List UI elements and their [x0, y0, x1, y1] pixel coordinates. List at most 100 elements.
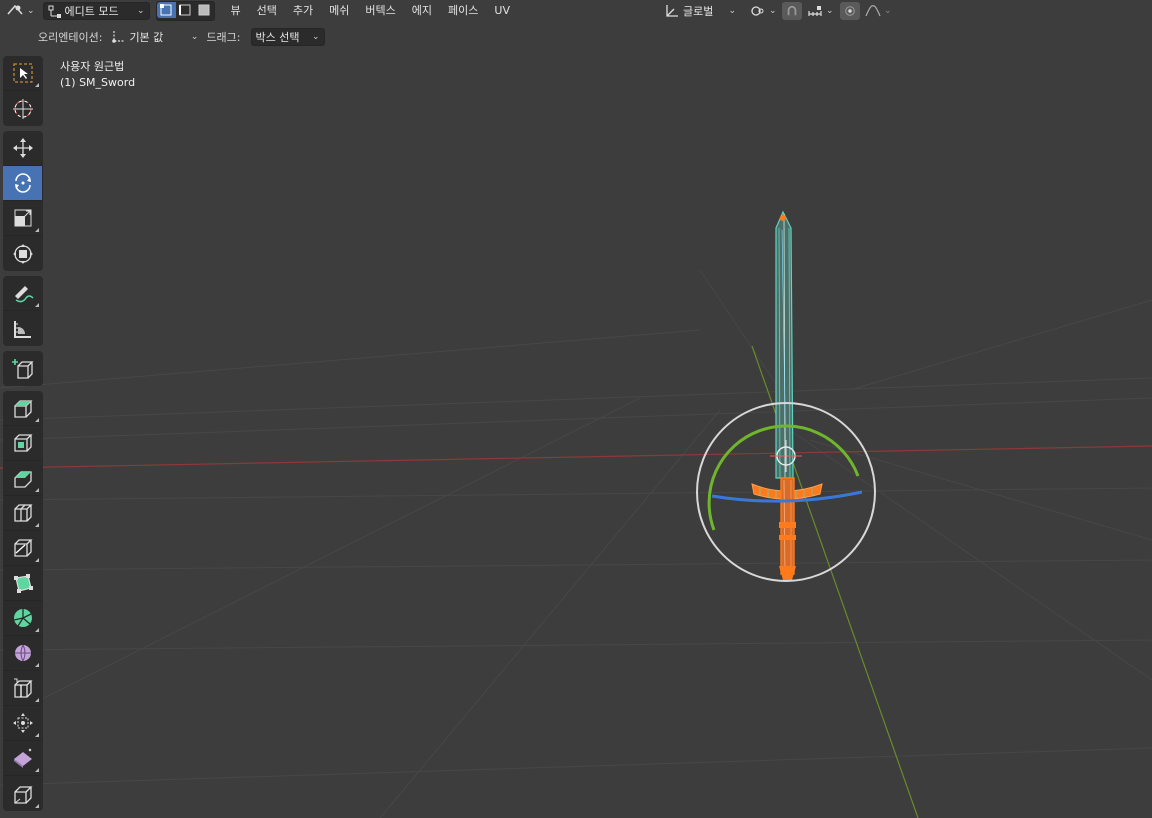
menu-bar: 뷰 선택 추가 메쉬 버텍스 에지 페이스 UV [223, 2, 518, 20]
cursor-tool[interactable] [3, 91, 42, 126]
add-cube-icon [11, 358, 34, 379]
edge-select-icon [179, 4, 191, 16]
shear-tool[interactable] [3, 741, 42, 776]
falloff-dropdown[interactable]: ⌄ [861, 2, 896, 20]
vertex-select-icon [160, 4, 172, 16]
edge-slide-tool[interactable] [3, 671, 42, 706]
viewport-header: ⌄ 에디트 모드 ⌄ 뷰 선택 추가 메쉬 버텍스 에지 페이스 UV 글로벌 … [0, 0, 1152, 22]
mode-label: 에디트 모드 [64, 5, 119, 18]
magnet-icon [787, 5, 797, 16]
shrink-fatten-tool[interactable] [3, 706, 42, 741]
drag-value: 박스 선택 [255, 31, 300, 44]
menu-mesh[interactable]: 메쉬 [321, 2, 357, 20]
face-select-button[interactable] [195, 2, 214, 18]
object-name: (1) SM_Sword [60, 76, 136, 89]
inset-tool[interactable] [3, 426, 42, 461]
select-box-tool[interactable] [3, 56, 42, 91]
spin-icon [13, 609, 32, 627]
menu-face[interactable]: 페이스 [440, 2, 486, 20]
chevron-down-icon: ⌄ [884, 6, 892, 16]
sword-mesh[interactable] [0, 0, 1152, 818]
extrude-tool[interactable] [3, 391, 42, 426]
smooth-icon [14, 644, 31, 662]
loop-cut-icon [13, 504, 33, 522]
pencil-icon [14, 286, 34, 303]
edge-select-button[interactable] [176, 2, 195, 18]
cursor-icon [12, 98, 33, 119]
rip-region-tool[interactable] [3, 776, 42, 811]
scale-tool[interactable] [3, 201, 42, 236]
chevron-down-icon: ⌄ [769, 6, 777, 16]
knife-icon [13, 539, 33, 557]
ruler-icon [13, 320, 31, 338]
pivot-point-dropdown[interactable]: ⌄ [746, 2, 781, 20]
orientation-default-icon [112, 31, 125, 43]
snap-increment-icon [808, 6, 822, 16]
rotate-icon [14, 173, 31, 193]
smooth-tool[interactable] [3, 636, 42, 671]
chevron-down-icon: ⌄ [190, 32, 199, 42]
toolbar-group-select [3, 56, 43, 126]
rip-region-icon [13, 785, 33, 804]
view-name: 사용자 원근법 [60, 60, 125, 73]
annotate-tool[interactable] [3, 276, 42, 311]
falloff-curve-icon [865, 5, 881, 17]
extrude-icon [13, 400, 33, 418]
chevron-down-icon: ⌄ [826, 6, 834, 16]
select-box-icon [13, 63, 32, 83]
drag-label: 드래그: [206, 31, 241, 44]
transform-orientation-dropdown[interactable]: 글로벌 ⌄ [660, 2, 740, 20]
measure-tool[interactable] [3, 311, 42, 346]
transform-orientation-label: 글로벌 [683, 5, 714, 18]
toolbar-group-mesh [3, 391, 43, 811]
menu-vertex[interactable]: 버텍스 [357, 2, 403, 20]
editor-type-icon [7, 4, 23, 15]
proportional-edit-toggle[interactable] [840, 2, 860, 20]
drag-dropdown[interactable]: 박스 선택 ⌄ [250, 28, 325, 46]
menu-select[interactable]: 선택 [249, 2, 285, 20]
loop-cut-tool[interactable] [3, 496, 42, 531]
shear-icon [13, 748, 32, 768]
vertex-select-button[interactable] [156, 2, 176, 18]
edit-mode-icon [48, 5, 61, 18]
3d-viewport[interactable] [0, 0, 1152, 818]
menu-uv[interactable]: UV [486, 2, 518, 20]
transform-tool[interactable] [3, 236, 42, 271]
menu-edge[interactable]: 에지 [404, 2, 440, 20]
toolbar-group-add [3, 351, 43, 386]
knife-tool[interactable] [3, 531, 42, 566]
add-cube-tool[interactable] [3, 351, 42, 386]
shrink-fatten-icon [12, 713, 33, 733]
menu-add[interactable]: 추가 [285, 2, 321, 20]
orientation-label: 오리엔테이션: [38, 31, 103, 44]
toolbar [3, 56, 43, 816]
snap-toggle[interactable] [782, 2, 802, 20]
snap-target-dropdown[interactable]: ⌄ [803, 2, 838, 20]
orientation-dropdown[interactable]: 기본 값 ⌄ [106, 28, 202, 46]
move-icon [12, 138, 33, 158]
inset-icon [13, 434, 33, 452]
chevron-down-icon: ⌄ [137, 6, 145, 16]
toolbar-group-transform [3, 131, 43, 271]
poly-build-tool[interactable] [3, 566, 42, 601]
rotate-tool[interactable] [3, 166, 42, 201]
transform-icon [12, 243, 33, 264]
edge-slide-icon [13, 678, 33, 698]
chevron-down-icon: ⌄ [27, 6, 35, 16]
menu-view[interactable]: 뷰 [223, 2, 249, 20]
select-mode-group [155, 1, 215, 21]
bevel-tool[interactable] [3, 461, 42, 496]
chevron-down-icon: ⌄ [311, 32, 320, 42]
pivot-icon [751, 6, 764, 16]
orientation-axes-icon [666, 5, 678, 17]
scale-icon [14, 209, 31, 227]
orientation-value: 기본 값 [129, 31, 164, 44]
mode-dropdown[interactable]: 에디트 모드 ⌄ [42, 2, 150, 20]
proportional-edit-icon [845, 6, 855, 16]
move-tool[interactable] [3, 131, 42, 166]
tool-settings-bar: 오리엔테이션: 기본 값 ⌄ 드래그: 박스 선택 ⌄ [0, 26, 600, 48]
toolbar-group-annotate [3, 276, 43, 346]
chevron-down-icon: ⌄ [728, 6, 736, 16]
spin-tool[interactable] [3, 601, 42, 636]
editor-type-button[interactable]: ⌄ [2, 2, 39, 20]
